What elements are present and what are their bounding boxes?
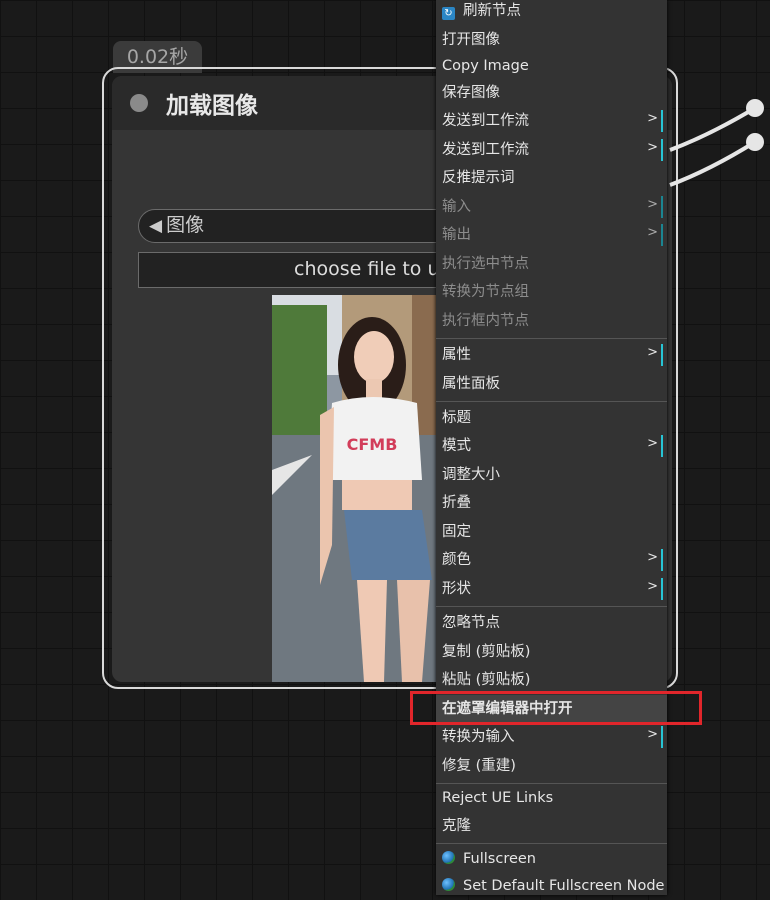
menu-separator: [436, 606, 667, 607]
menu-item-open-image[interactable]: 打开图像: [436, 26, 667, 54]
menu-item-interrogate-prompt[interactable]: 反推提示词: [436, 164, 667, 192]
menu-item-reject-ue-links[interactable]: Reject UE Links: [436, 784, 667, 812]
menu-label: Set Default Fullscreen Node: [463, 878, 665, 894]
menu-separator: [436, 338, 667, 339]
menu-item-inputs: 输入 >: [436, 193, 667, 221]
submenu-arrow-icon: >: [647, 110, 663, 132]
menu-item-collapse[interactable]: 折叠: [436, 489, 667, 517]
menu-item-copy-clipboard[interactable]: 复制 (剪贴板): [436, 638, 667, 666]
submenu-arrow-icon: >: [647, 344, 663, 366]
menu-item-resize[interactable]: 调整大小: [436, 461, 667, 489]
menu-item-outputs: 输出 >: [436, 221, 667, 249]
menu-item-clone[interactable]: 克隆: [436, 812, 667, 840]
menu-label: 发送到工作流: [442, 113, 529, 129]
menu-label: 输出: [442, 227, 471, 243]
menu-item-colors[interactable]: 颜色 >: [436, 546, 667, 574]
submenu-arrow-icon: >: [647, 726, 663, 748]
node-collapse-dot[interactable]: [130, 94, 148, 112]
menu-separator: [436, 401, 667, 402]
submenu-arrow-icon: >: [647, 196, 663, 218]
menu-item-fix-recreate[interactable]: 修复 (重建): [436, 752, 667, 780]
image-combo-label: 图像: [166, 214, 205, 236]
menu-item-convert-to-group: 转换为节点组: [442, 284, 529, 300]
menu-item-send-to-workflow[interactable]: 发送到工作流 >: [436, 107, 667, 135]
menu-item-mode[interactable]: 模式 >: [436, 432, 667, 460]
menu-item-fullscreen[interactable]: Fullscreen: [436, 845, 667, 873]
menu-item-shapes[interactable]: 形状 >: [436, 575, 667, 603]
menu-label: 转换为输入: [442, 729, 515, 745]
menu-item-set-default-fullscreen-node[interactable]: Set Default Fullscreen Node: [436, 872, 667, 900]
menu-item-properties-panel[interactable]: 属性面板: [436, 370, 667, 398]
menu-item-send-to-workflow-2[interactable]: 发送到工作流 >: [436, 136, 667, 164]
menu-label: 颜色: [442, 552, 471, 568]
menu-item-save-image[interactable]: 保存图像: [436, 79, 667, 107]
menu-label: 刷新节点: [463, 3, 521, 19]
globe-icon: [442, 851, 455, 864]
menu-item-pin[interactable]: 固定: [436, 518, 667, 546]
submenu-arrow-icon: >: [647, 435, 663, 457]
menu-item-title[interactable]: 标题: [436, 404, 667, 432]
menu-separator: [436, 843, 667, 844]
submenu-arrow-icon: >: [647, 139, 663, 161]
menu-label: 属性: [442, 347, 471, 363]
menu-label: 形状: [442, 581, 471, 597]
submenu-arrow-icon: >: [647, 549, 663, 571]
refresh-icon: ↻: [442, 7, 455, 20]
submenu-arrow-icon: >: [647, 224, 663, 246]
context-menu: ↻ 刷新节点 打开图像 Copy Image 保存图像 发送到工作流 > 发送到工作…: [436, 0, 667, 895]
menu-item-properties[interactable]: 属性 >: [436, 341, 667, 369]
menu-item-bypass[interactable]: 忽略节点: [436, 609, 667, 637]
node-title: 加载图像: [166, 93, 258, 119]
menu-label: 模式: [442, 438, 471, 454]
image-preview: CFMB: [272, 295, 452, 682]
menu-item-convert-to-input[interactable]: 转换为输入 >: [436, 723, 667, 751]
submenu-arrow-icon: >: [647, 578, 663, 600]
menu-item-refresh-node[interactable]: ↻ 刷新节点: [436, 0, 667, 25]
menu-label: Fullscreen: [463, 851, 536, 867]
menu-item-execute-in-frame: 执行框内节点: [442, 313, 529, 329]
menu-item-execute-selected: 执行选中节点: [442, 256, 529, 272]
globe-icon: [442, 878, 455, 891]
menu-item-copy-image[interactable]: Copy Image: [436, 52, 667, 80]
svg-text:CFMB: CFMB: [347, 435, 398, 454]
menu-label: 发送到工作流: [442, 142, 529, 158]
left-arrow-icon[interactable]: ◀: [149, 216, 162, 236]
node-link-wires: [669, 99, 764, 187]
menu-item-paste-clipboard[interactable]: 粘贴 (剪贴板): [436, 666, 667, 694]
menu-label: 输入: [442, 199, 471, 215]
highlight-annotation-box: [410, 691, 702, 725]
